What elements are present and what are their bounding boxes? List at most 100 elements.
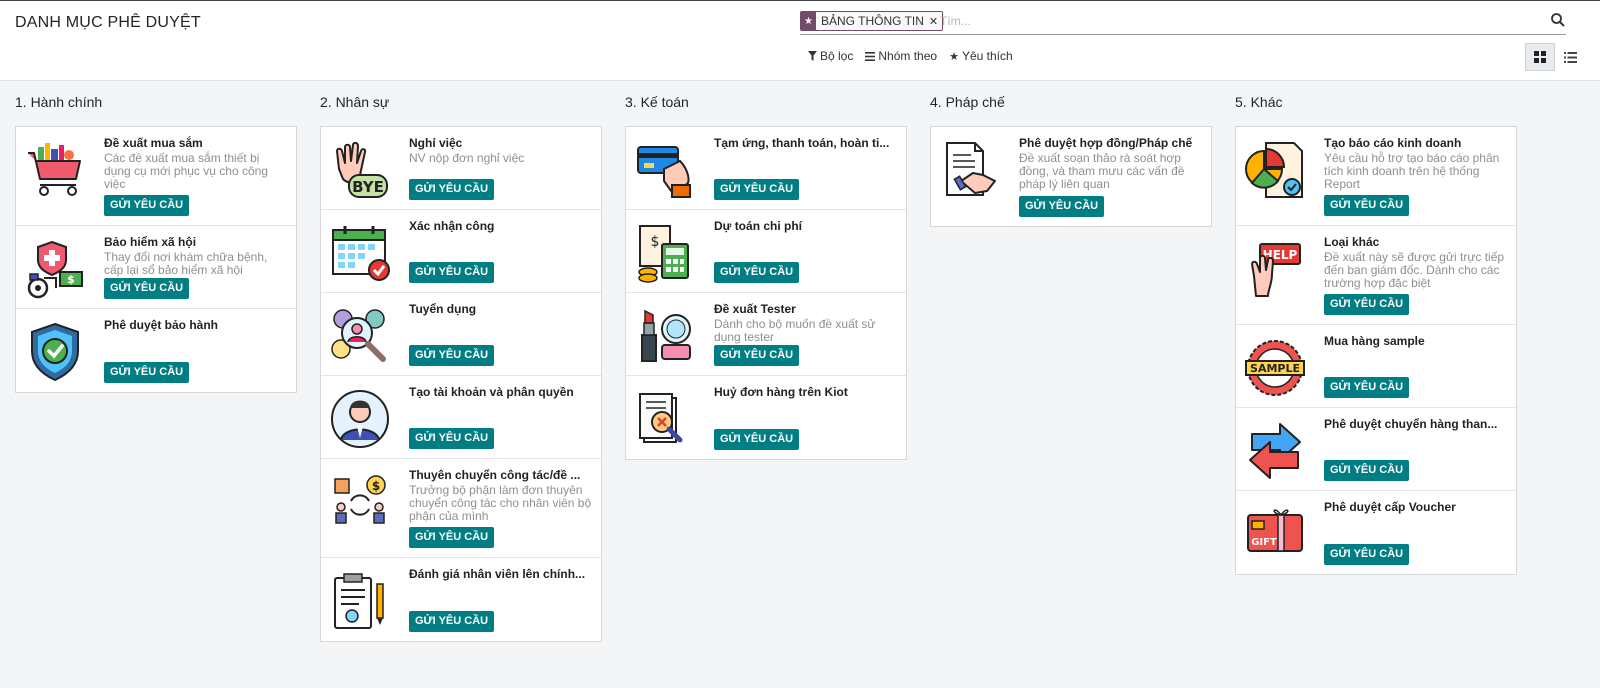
sample-badge-icon: SAMPLE	[1244, 337, 1306, 399]
approval-card[interactable]: Tuyển dụng GỬI YÊU CẦU	[321, 293, 601, 376]
health-insurance-icon: $	[24, 238, 86, 300]
group-by-icon	[865, 51, 876, 61]
column-title: 3. Kế toán	[625, 94, 689, 110]
submit-request-button[interactable]: GỬI YÊU CẦU	[104, 195, 190, 216]
submit-request-button[interactable]: GỬI YÊU CẦU	[409, 345, 495, 366]
approval-card[interactable]: Huỷ đơn hàng trên Kiot GỬI YÊU CẦU	[626, 376, 906, 459]
list-icon	[1563, 51, 1577, 63]
credit-card-icon	[634, 139, 696, 201]
approval-card[interactable]: Đánh giá nhân viên lên chính... GỬI YÊU C…	[321, 558, 601, 641]
filter-label: Bộ lọc	[820, 49, 854, 63]
submit-request-button[interactable]: GỬI YÊU CẦU	[104, 278, 190, 299]
view-switcher	[1525, 43, 1585, 71]
control-panel: DANH MỤC PHÊ DUYỆT ★ BẢNG THÔNG TIN ✕ Bộ…	[0, 0, 1600, 81]
calendar-check-icon	[329, 222, 391, 284]
column-title: 4. Pháp chế	[930, 94, 1005, 110]
card-description: Yêu cầu hỗ trợ tạo báo cáo phân tích kin…	[1324, 151, 1500, 191]
submit-request-button[interactable]: GỬI YÊU CẦU	[1324, 460, 1410, 481]
approval-card[interactable]: Tạm ứng, thanh toán, hoàn ti... GỬI YÊU C…	[626, 127, 906, 210]
submit-request-button[interactable]: GỬI YÊU CẦU	[409, 428, 495, 449]
submit-request-button[interactable]: GỬI YÊU CẦU	[1324, 377, 1410, 398]
card-list: Tạo báo cáo kinh doanh Yêu cầu hỗ trợ tạo…	[1235, 126, 1517, 575]
approval-card[interactable]: Phê duyệt bảo hành GỬI YÊU CẦU	[16, 309, 296, 392]
submit-request-button[interactable]: GỬI YÊU CẦU	[1324, 544, 1410, 565]
submit-request-button[interactable]: GỬI YÊU CẦU	[1324, 294, 1410, 315]
search-input[interactable]	[940, 12, 1540, 30]
svg-text:$: $	[372, 479, 380, 493]
page-title: DANH MỤC PHÊ DUYỆT	[15, 14, 201, 31]
submit-request-button[interactable]: GỬI YÊU CẦU	[714, 345, 800, 366]
approval-card[interactable]: Tạo tài khoản và phân quyền GỬI YÊU CẦU	[321, 376, 601, 459]
card-title: Loại khác	[1324, 235, 1380, 249]
search-options: Bộ lọc Nhóm theo ★ Yêu thích	[808, 49, 1013, 63]
submit-request-button[interactable]: GỬI YÊU CẦU	[714, 429, 800, 450]
transfer-icon: $	[329, 471, 391, 533]
recruitment-icon	[329, 305, 391, 367]
approval-card[interactable]: Đề xuất Tester Dành cho bộ muốn đề xuất s…	[626, 293, 906, 376]
card-title: Phê duyệt cấp Voucher	[1324, 500, 1456, 514]
card-list: Phê duyệt hợp đồng/Pháp chế Đề xuất soạn …	[930, 126, 1212, 227]
card-title: Đánh giá nhân viên lên chính...	[409, 567, 586, 581]
submit-request-button[interactable]: GỬI YÊU CẦU	[1324, 195, 1410, 216]
user-account-icon	[329, 388, 391, 450]
submit-request-button[interactable]: GỬI YÊU CẦU	[409, 611, 495, 632]
card-description: Đề xuất soạn thảo rà soát hợp đồng, và t…	[1019, 151, 1185, 191]
submit-request-button[interactable]: GỬI YÊU CẦU	[409, 179, 495, 200]
cancel-order-icon	[634, 388, 696, 450]
group-by-button[interactable]: Nhóm theo	[865, 49, 937, 63]
search-facet[interactable]: ★ BẢNG THÔNG TIN ✕	[800, 11, 944, 31]
card-title: Thuyên chuyển công tác/đề ...	[409, 468, 581, 482]
card-title: Mua hàng sample	[1324, 334, 1425, 348]
card-title: Nghỉ việc	[409, 136, 463, 150]
filter-icon	[808, 51, 817, 61]
approval-card[interactable]: Phê duyệt chuyển hàng than... GỬI YÊU CẦU	[1236, 408, 1516, 491]
column-title: 5. Khác	[1235, 94, 1283, 110]
kanban-column-phap-che: 4. Pháp chế Phê duyệt hợp đồng/Pháp chế Đ…	[930, 94, 1212, 227]
card-title: Đề xuất mua sắm	[104, 136, 203, 150]
submit-request-button[interactable]: GỬI YÊU CẦU	[1019, 196, 1105, 217]
search-icon[interactable]	[1550, 12, 1566, 28]
kanban-grid-icon	[1534, 51, 1546, 63]
card-title: Bảo hiểm xã hội	[104, 235, 197, 249]
card-title: Huỷ đơn hàng trên Kiot	[714, 385, 848, 399]
favorite-star-icon: ★	[949, 50, 959, 63]
submit-request-button[interactable]: GỬI YÊU CẦU	[409, 527, 495, 548]
filter-button[interactable]: Bộ lọc	[808, 49, 853, 63]
approval-card[interactable]: HELP Loại khác Đề xuất này sẽ được gửi tr…	[1236, 226, 1516, 325]
submit-request-button[interactable]: GỬI YÊU CẦU	[714, 262, 800, 283]
list-view-button[interactable]	[1555, 43, 1585, 71]
approval-card[interactable]: Xác nhận công GỬI YÊU CẦU	[321, 210, 601, 293]
kanban-column-hanh-chinh: 1. Hành chính Đề xuất mua sắm Các đề xuất…	[15, 94, 297, 393]
transfer-arrows-icon	[1244, 420, 1306, 482]
approval-card[interactable]: Phê duyệt hợp đồng/Pháp chế Đề xuất soạn …	[931, 127, 1211, 226]
submit-request-button[interactable]: GỬI YÊU CẦU	[104, 362, 190, 383]
warranty-shield-icon	[24, 321, 86, 383]
svg-text:BYE: BYE	[352, 178, 384, 196]
approval-card[interactable]: Đề xuất mua sắm Các đề xuất mua sắm thiết…	[16, 127, 296, 226]
submit-request-button[interactable]: GỬI YÊU CẦU	[409, 262, 495, 283]
card-list: Đề xuất mua sắm Các đề xuất mua sắm thiết…	[15, 126, 297, 393]
card-description: Các đề xuất mua sắm thiết bị dụng cụ mới…	[104, 151, 268, 191]
card-list: BYE Nghỉ việc NV nộp đơn nghỉ việc GỬI YÊU…	[320, 126, 602, 642]
approval-card[interactable]: Tạo báo cáo kinh doanh Yêu cầu hỗ trợ tạo…	[1236, 127, 1516, 226]
card-title: Tạo tài khoản và phân quyền	[409, 385, 574, 399]
favorites-button[interactable]: ★ Yêu thích	[949, 49, 1013, 63]
card-title: Dự toán chi phí	[714, 219, 803, 233]
column-title: 2. Nhân sự	[320, 94, 390, 110]
card-title: Đề xuất Tester	[714, 302, 796, 316]
kanban-view-button[interactable]	[1525, 43, 1555, 71]
card-title: Phê duyệt hợp đồng/Pháp chế	[1019, 136, 1193, 150]
star-icon: ★	[801, 12, 816, 30]
kanban-column-ke-toan: 3. Kế toán Tạm ứng, thanh toán, hoàn ti.…	[625, 94, 907, 460]
approval-card[interactable]: $ Dự toán chi phí GỬI YÊU CẦU	[626, 210, 906, 293]
kanban-column-nhan-su: 2. Nhân sự BYE Nghỉ việc NV nộp đơn nghỉ …	[320, 94, 602, 642]
search-bar: ★ BẢNG THÔNG TIN ✕	[800, 9, 1566, 35]
card-title: Tuyển dụng	[409, 302, 477, 316]
approval-card[interactable]: SAMPLE Mua hàng sample GỬI YÊU CẦU	[1236, 325, 1516, 408]
approval-card[interactable]: $ Bảo hiểm xã hội Thay đổi nơi khám chữa …	[16, 226, 296, 309]
approval-card[interactable]: BYE Nghỉ việc NV nộp đơn nghỉ việc GỬI YÊU…	[321, 127, 601, 210]
approval-card[interactable]: GIFT Phê duyệt cấp Voucher GỬI YÊU CẦU	[1236, 491, 1516, 574]
submit-request-button[interactable]: GỬI YÊU CẦU	[714, 179, 800, 200]
approval-card[interactable]: $ Thuyên chuyển công tác/đề ... Trưởng bộ…	[321, 459, 601, 558]
svg-text:SAMPLE: SAMPLE	[1250, 362, 1300, 375]
